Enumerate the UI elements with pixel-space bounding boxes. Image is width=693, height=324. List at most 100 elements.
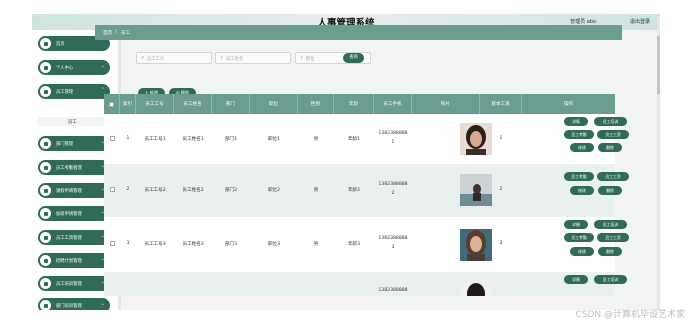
sidebar-subitem-label: 员工: [68, 120, 77, 125]
sidebar-item-employees[interactable]: 员工管理 ⌃: [38, 84, 110, 99]
col-gender: 性别: [298, 94, 334, 114]
edit-button[interactable]: 修改: [570, 247, 594, 256]
cell-age: 年龄1: [347, 137, 361, 142]
breadcrumb-home[interactable]: 首页: [103, 30, 112, 36]
col-position: 职位: [250, 94, 298, 114]
training-button[interactable]: 员工培训: [594, 220, 627, 229]
cell-index: 1: [126, 136, 130, 141]
attendance-button[interactable]: 员工考勤: [564, 130, 594, 139]
cell-dept: 部门2: [224, 188, 238, 193]
breadcrumb-current: 员工: [121, 31, 131, 36]
sidebar-item-leave[interactable]: 请假申请管理 ⌄: [38, 183, 110, 198]
scrollbar-thumb[interactable]: [657, 36, 660, 94]
home-icon: [40, 38, 51, 49]
sidebar-item-label: 请假申请管理: [56, 189, 82, 194]
col-actions: 操作: [563, 102, 574, 107]
sidebar-item-profile[interactable]: 个人中心 ⌄: [38, 60, 110, 75]
cell-salary: 2: [499, 187, 503, 192]
chevron-up-icon: ⌃: [100, 87, 105, 93]
salary-button[interactable]: 员工工资: [597, 172, 629, 181]
sidebar-item-label: 部门培训管理: [56, 304, 82, 309]
sidebar-item-dept-training[interactable]: 部门培训管理 ⌄: [38, 298, 110, 310]
select-all-header[interactable]: [104, 94, 120, 114]
cell-salary: 3: [499, 241, 503, 246]
table-row: 1 员工工号1 员工姓名1 部门1 职位1 男 年龄1 1382388888 1…: [104, 114, 629, 164]
training-button[interactable]: 员工培训: [594, 117, 627, 126]
table-header: 索引 员工工号 员工姓名 部门 职位 性别 年龄 员工手机 照片 基本工资 操作: [104, 94, 615, 114]
placeholder: 员工工号: [147, 57, 165, 62]
detail-button[interactable]: 详情: [564, 220, 588, 229]
cell-gender: 男: [313, 137, 319, 142]
cell-name: 员工姓名1: [182, 137, 204, 142]
detail-button[interactable]: 详情: [564, 275, 588, 284]
cell-dept: 部门3: [224, 242, 238, 247]
sidebar-item-label: 员工培训管理: [56, 282, 82, 287]
delete-button[interactable]: 删除: [598, 247, 622, 256]
col-emp-no: 员工工号: [136, 94, 174, 114]
table-row: 3 员工工号3 员工姓名3 部门3 职位3 男 年龄3 1382388888 3…: [104, 217, 629, 272]
col-salary: 基本工资: [480, 94, 522, 114]
sidebar-item-label: 员工工资管理: [56, 236, 82, 241]
sidebar-item-overtime[interactable]: 加班申请管理 ⌄: [38, 206, 110, 221]
current-user: 管理员 abo: [570, 19, 596, 25]
sidebar-item-label: 首页: [56, 42, 65, 47]
logout-link[interactable]: 退出登录: [630, 18, 650, 25]
grid-icon: [40, 162, 51, 173]
row-checkbox[interactable]: [110, 241, 115, 246]
chevron-down-icon: ⌄: [100, 63, 105, 69]
watermark: CSDN @计算机毕设艺术家: [575, 310, 685, 320]
sidebar-item-departments[interactable]: 部门管理 ⌄: [38, 136, 110, 151]
sidebar-item-label: 加班申请管理: [56, 212, 82, 217]
employee-photo: [460, 282, 492, 296]
sidebar-item-label: 个人中心: [56, 66, 74, 71]
edit-button[interactable]: 修改: [570, 186, 594, 195]
sidebar-item-label: 招聘计划管理: [56, 259, 82, 264]
delete-button[interactable]: 删除: [598, 186, 622, 195]
cell-emp-no: 员工工号3: [144, 242, 166, 247]
cell-gender: 男: [313, 242, 319, 247]
cell-age: 年龄3: [347, 242, 361, 247]
shield-icon: [40, 138, 51, 149]
cell-phone-line1: 1382388888: [378, 288, 408, 293]
delete-button[interactable]: 删除: [598, 143, 622, 152]
attendance-button[interactable]: 员工考勤: [564, 233, 594, 242]
placeholder: 职位: [306, 57, 315, 62]
main-scrollbar[interactable]: [657, 16, 660, 310]
emp-name-search-input[interactable]: ⚲ 员工姓名: [215, 52, 291, 64]
search-icon: ⚲: [141, 56, 145, 61]
salary-button[interactable]: 员工工资: [597, 233, 629, 242]
chevron-down-icon: ⌄: [100, 301, 105, 307]
col-index: 索引: [120, 94, 136, 114]
cell-position: 职位1: [267, 137, 281, 142]
cell-phone-line1: 1382388888: [378, 131, 408, 136]
attendance-button[interactable]: 员工考勤: [564, 172, 594, 181]
detail-button[interactable]: 详情: [564, 117, 588, 126]
grid-icon: [40, 278, 51, 289]
cell-index: 3: [126, 241, 130, 246]
sidebar-item-salary[interactable]: 员工工资管理 ⌄: [38, 230, 110, 245]
row-checkbox[interactable]: [110, 136, 115, 141]
cell-gender: 男: [313, 188, 319, 193]
grid-icon: [40, 232, 51, 243]
portrait-image: [460, 282, 492, 296]
placeholder: 员工姓名: [226, 57, 244, 62]
cell-name: 员工姓名2: [182, 188, 204, 193]
cell-age: 年龄2: [347, 188, 361, 193]
cell-phone-line1: 1382388888: [378, 182, 408, 187]
table-row: 1382388888 详情 员工培训: [104, 272, 627, 296]
sidebar-subitem-employee[interactable]: 员工: [38, 117, 110, 126]
edit-button[interactable]: 修改: [570, 143, 594, 152]
col-name: 员工姓名: [174, 94, 212, 114]
salary-button[interactable]: 员工工资: [597, 130, 629, 139]
sidebar-item-attendance[interactable]: 员工考勤管理 ⌄: [38, 160, 110, 175]
search-icon: ⚲: [220, 56, 224, 61]
sidebar-item-emp-training[interactable]: 员工培训管理 ⌄: [38, 276, 110, 291]
emp-no-search-input[interactable]: ⚲ 员工工号: [136, 52, 212, 64]
row-checkbox[interactable]: [110, 187, 115, 192]
sidebar-item-recruitment[interactable]: 招聘计划管理 ⌄: [38, 253, 110, 268]
user-icon: [40, 86, 51, 97]
user-icon: [40, 185, 51, 196]
search-button[interactable]: 查询: [343, 53, 364, 63]
select-all-checkbox[interactable]: [109, 101, 114, 107]
training-button[interactable]: 员工培训: [594, 275, 627, 284]
